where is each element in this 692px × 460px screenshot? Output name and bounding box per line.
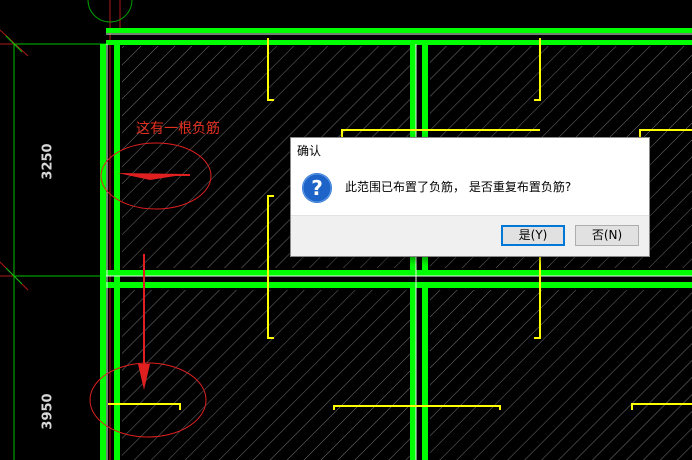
question-icon: ?	[302, 173, 332, 203]
no-button[interactable]: 否(N)	[575, 225, 639, 246]
dimension-label-3950: 3950	[40, 393, 56, 430]
annotation-text: 这有一根负筋	[136, 121, 220, 137]
svg-text:?: ?	[311, 176, 323, 200]
dialog-body: ? 此范围已布置了负筋， 是否重复布置负筋?	[291, 164, 649, 216]
confirm-dialog: 确认 ? 此范围已布置了负筋， 是否重复布置负筋? 是(Y) 否(N)	[290, 137, 650, 257]
yes-button[interactable]: 是(Y)	[501, 225, 565, 246]
dialog-footer: 是(Y) 否(N)	[291, 215, 649, 256]
dialog-message: 此范围已布置了负筋， 是否重复布置负筋?	[345, 180, 572, 194]
dimension-label-3250: 3250	[40, 143, 56, 180]
dialog-title[interactable]: 确认	[291, 138, 649, 164]
